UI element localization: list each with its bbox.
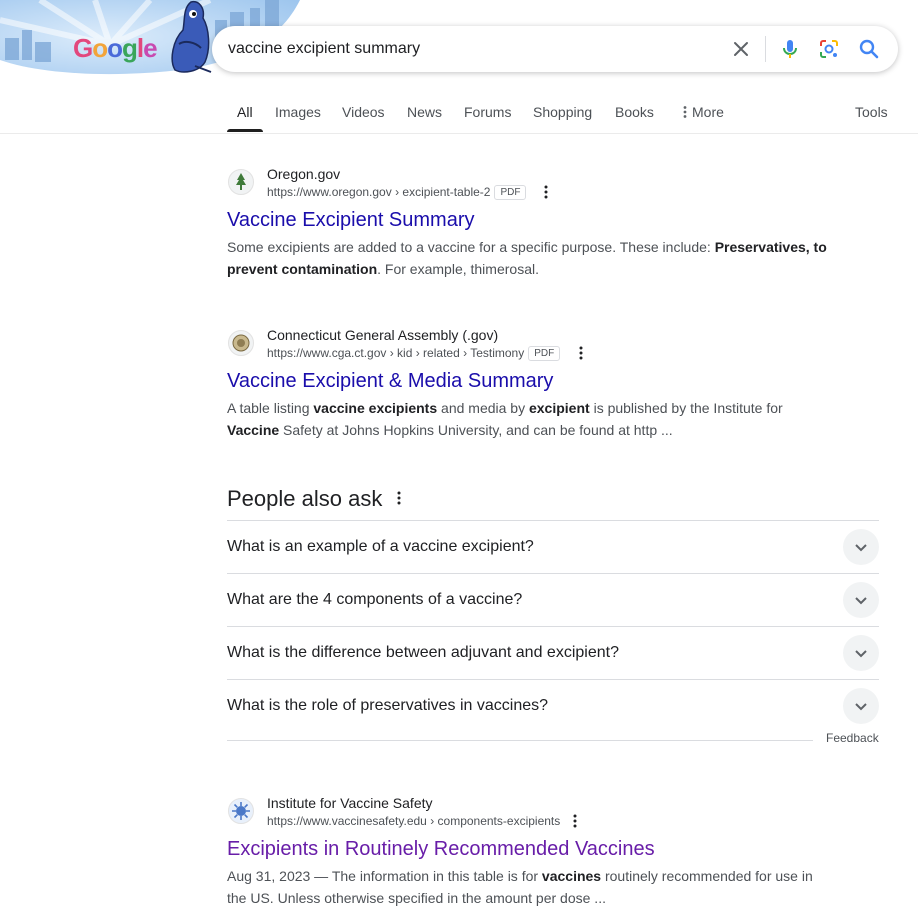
clear-icon[interactable] [729, 37, 753, 61]
virus-icon [232, 802, 250, 820]
chevron-down-icon [855, 703, 867, 711]
result-site-name[interactable]: Oregon.gov [267, 165, 340, 183]
result-url[interactable]: https://www.oregon.gov › excipient-table… [267, 184, 527, 200]
tab-images[interactable]: Images [275, 101, 321, 123]
paa-menu-icon[interactable] [391, 490, 407, 506]
result-title-link[interactable]: Vaccine Excipient Summary [227, 207, 475, 233]
result-url-text: https://www.cga.ct.gov › kid › related ›… [267, 346, 525, 360]
paa-question[interactable]: What is the difference between adjuvant … [227, 641, 619, 665]
search-icon[interactable] [857, 37, 881, 61]
result-url[interactable]: https://www.cga.ct.gov › kid › related ›… [267, 345, 561, 361]
tab-books[interactable]: Books [615, 101, 654, 123]
paa-divider [227, 520, 879, 521]
snippet-text: is published by the Institute for [589, 400, 783, 416]
search-divider [765, 36, 766, 62]
paa-expand-button[interactable] [843, 635, 879, 671]
pdf-badge: PDF [494, 185, 527, 200]
result-snippet: Some excipients are added to a vaccine f… [227, 236, 827, 280]
snippet-text: Some excipients are added to a vaccine f… [227, 239, 715, 255]
tools-button[interactable]: Tools [855, 101, 888, 123]
google-logo[interactable]: Google [73, 33, 158, 64]
feedback-link[interactable]: Feedback [826, 731, 879, 745]
search-box [212, 26, 898, 72]
paa-question[interactable]: What are the 4 components of a vaccine? [227, 588, 522, 612]
snippet-bold: vaccine excipients [313, 400, 438, 416]
tab-forums[interactable]: Forums [464, 101, 511, 123]
paa-question[interactable]: What is the role of preservatives in vac… [227, 694, 548, 718]
tabs-divider [0, 133, 918, 134]
chevron-down-icon [855, 650, 867, 658]
logo-letter: o [92, 33, 108, 63]
pdf-badge: PDF [528, 346, 561, 361]
tab-all[interactable]: All [237, 101, 253, 123]
chevron-down-icon [855, 597, 867, 605]
people-also-ask-title: People also ask [227, 486, 383, 511]
tab-news[interactable]: News [407, 101, 442, 123]
cga-favicon-icon[interactable] [228, 330, 254, 356]
paa-bottom-divider [227, 740, 813, 741]
result-title-link[interactable]: Excipients in Routinely Recommended Vacc… [227, 836, 655, 862]
tree-icon [236, 173, 246, 190]
paa-divider [227, 626, 879, 627]
paa-question[interactable]: What is an example of a vaccine excipien… [227, 535, 534, 559]
ivs-favicon-icon[interactable] [228, 798, 254, 824]
chevron-down-icon [855, 544, 867, 552]
result-site-name[interactable]: Institute for Vaccine Safety [267, 794, 433, 812]
tab-shopping[interactable]: Shopping [533, 101, 592, 123]
result-menu-icon[interactable] [538, 184, 554, 200]
snippet-text: . For example, thimerosal. [377, 261, 539, 277]
paa-expand-button[interactable] [843, 529, 879, 565]
result-url[interactable]: https://www.vaccinesafety.edu › componen… [267, 813, 560, 829]
oregon-favicon-icon[interactable] [228, 169, 254, 195]
logo-letter: g [122, 33, 138, 63]
tab-more[interactable]: More [680, 101, 724, 123]
logo-letter: o [107, 33, 123, 63]
logo-letter: G [73, 33, 93, 63]
google-lens-icon[interactable] [817, 37, 841, 61]
paa-expand-button[interactable] [843, 688, 879, 724]
result-site-name[interactable]: Connecticut General Assembly (.gov) [267, 326, 498, 344]
logo-letter: e [143, 33, 158, 63]
tab-videos[interactable]: Videos [342, 101, 385, 123]
snippet-text: A table listing [227, 400, 314, 416]
snippet-bold: Vaccine [227, 422, 280, 438]
microphone-icon[interactable] [778, 37, 802, 61]
paa-expand-button[interactable] [843, 582, 879, 618]
paa-divider [227, 573, 879, 574]
snippet-text: Aug 31, 2023 — The information in this t… [227, 868, 542, 884]
more-dots-icon [683, 106, 687, 118]
result-snippet: A table listing vaccine excipients and m… [227, 397, 827, 441]
result-snippet: Aug 31, 2023 — The information in this t… [227, 865, 827, 909]
seal-icon [232, 334, 250, 352]
active-tab-indicator [227, 129, 263, 132]
snippet-text: Safety at Johns Hopkins University, and … [279, 422, 673, 438]
tab-more-label: More [692, 104, 724, 120]
result-url-text: https://www.oregon.gov › excipient-table… [267, 185, 491, 199]
result-title-link[interactable]: Vaccine Excipient & Media Summary [227, 368, 553, 394]
snippet-bold: excipient [528, 400, 590, 416]
search-input[interactable] [228, 26, 708, 72]
result-menu-icon[interactable] [573, 345, 589, 361]
snippet-bold: vaccines [541, 868, 602, 884]
result-menu-icon[interactable] [567, 813, 583, 829]
snippet-text: and media by [437, 400, 529, 416]
paa-divider [227, 679, 879, 680]
